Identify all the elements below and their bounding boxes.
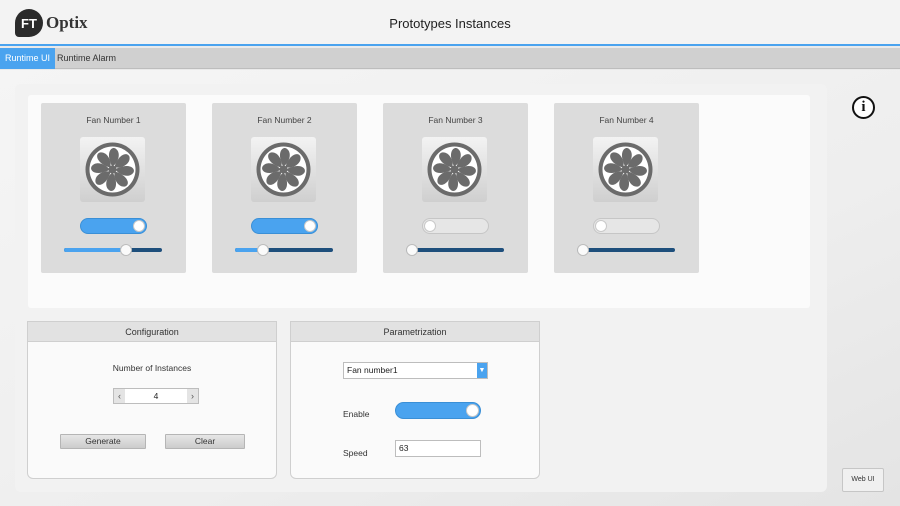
instances-value[interactable]: 4 (125, 389, 187, 403)
fan-card: Fan Number 2 (212, 103, 357, 273)
slider-thumb[interactable] (406, 244, 418, 256)
slider-thumb[interactable] (257, 244, 270, 256)
generate-button[interactable]: Generate (60, 434, 146, 449)
speed-input[interactable]: 63 (395, 440, 481, 457)
fan-card: Fan Number 4 (554, 103, 699, 273)
fan-enable-toggle[interactable] (422, 218, 489, 234)
slider-fill (64, 248, 126, 252)
enable-label: Enable (343, 409, 370, 419)
toggle-knob (595, 220, 607, 232)
web-ui-button[interactable]: Web UI (842, 468, 884, 492)
tab-runtime-ui[interactable]: Runtime UI (0, 48, 56, 69)
slider-track (577, 248, 675, 252)
configuration-box: Configuration Number of Instances ‹ 4 › … (27, 321, 277, 479)
increment-icon[interactable]: › (187, 389, 198, 403)
fan-icon (422, 137, 487, 202)
fan-speed-slider[interactable] (235, 244, 333, 256)
clear-button[interactable]: Clear (165, 434, 245, 449)
fan-select[interactable]: Fan number1 ▼ (343, 362, 488, 379)
decrement-icon[interactable]: ‹ (114, 389, 125, 403)
fan-speed-slider[interactable] (577, 244, 675, 256)
slider-thumb[interactable] (119, 244, 132, 256)
tab-runtime-alarm[interactable]: Runtime Alarm (52, 48, 121, 69)
fan-name: Fan Number 1 (86, 115, 141, 125)
top-bar: FT Optix Prototypes Instances (0, 0, 900, 46)
fan-name: Fan Number 2 (257, 115, 312, 125)
param-enable-toggle[interactable] (395, 402, 481, 419)
slider-thumb[interactable] (577, 244, 589, 256)
fan-speed-slider[interactable] (64, 244, 162, 256)
parametrization-title: Parametrization (291, 322, 539, 342)
info-icon[interactable]: i (852, 96, 875, 119)
chevron-down-icon[interactable]: ▼ (477, 363, 487, 378)
slider-track (406, 248, 504, 252)
configuration-title: Configuration (28, 322, 276, 342)
toggle-knob (133, 220, 145, 232)
parametrization-box: Parametrization Fan number1 ▼ Enable Spe… (290, 321, 540, 479)
fan-icon (593, 137, 658, 202)
fan-enable-toggle[interactable] (251, 218, 318, 234)
page-title: Prototypes Instances (389, 16, 511, 31)
fan-name: Fan Number 3 (428, 115, 483, 125)
instances-label: Number of Instances (112, 363, 192, 373)
toggle-knob (304, 220, 316, 232)
toggle-knob (466, 404, 479, 417)
fan-speed-slider[interactable] (406, 244, 504, 256)
fan-name: Fan Number 4 (599, 115, 654, 125)
fan-icon (80, 137, 145, 202)
fan-enable-toggle[interactable] (593, 218, 660, 234)
instances-stepper[interactable]: ‹ 4 › (113, 388, 199, 404)
fan-card: Fan Number 3 (383, 103, 528, 273)
tab-bar: Runtime UI Runtime Alarm (0, 48, 900, 69)
fan-card: Fan Number 1 (41, 103, 186, 273)
speed-label: Speed (343, 448, 368, 458)
fan-enable-toggle[interactable] (80, 218, 147, 234)
fan-icon (251, 137, 316, 202)
toggle-knob (424, 220, 436, 232)
fan-select-value: Fan number1 (347, 365, 398, 375)
